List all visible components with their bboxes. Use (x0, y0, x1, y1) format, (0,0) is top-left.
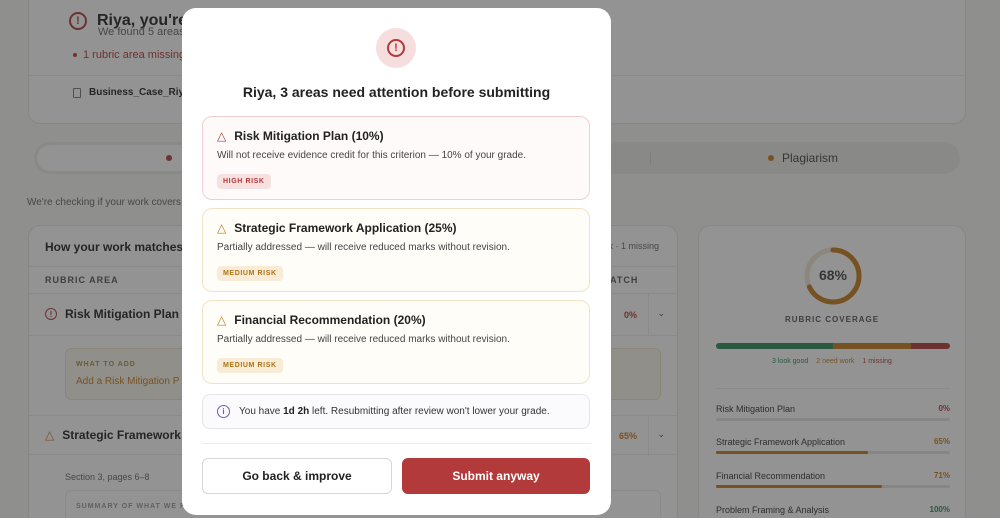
risk-badge: MEDIUM RISK (217, 266, 283, 281)
warning-icon: △ (217, 313, 227, 327)
go-back-button[interactable]: Go back & improve (202, 458, 392, 494)
dialog-title: Riya, 3 areas need attention before subm… (242, 84, 551, 100)
submit-confirmation-dialog: ! Riya, 3 areas need attention before su… (182, 8, 611, 515)
risk-card-risk-mitigation: △ Risk Mitigation Plan (10%) Will not re… (202, 116, 590, 200)
submit-anyway-button[interactable]: Submit anyway (402, 458, 590, 494)
risk-description: Will not receive evidence credit for thi… (217, 150, 527, 161)
risk-description: Partially addressed — will receive reduc… (217, 334, 510, 345)
alert-icon: ! (376, 28, 416, 68)
warning-icon: △ (217, 221, 227, 235)
deadline-info-box: i You have 1d 2h left. Resubmitting afte… (202, 394, 590, 429)
risk-description: Partially addressed — will receive reduc… (217, 242, 510, 253)
risk-title: Strategic Framework Application (25%) (234, 221, 457, 235)
risk-badge: MEDIUM RISK (217, 358, 283, 373)
warning-icon: △ (217, 129, 227, 143)
risk-card-strategic-framework: △ Strategic Framework Application (25%) … (202, 208, 590, 292)
time-left: 1d 2h (283, 406, 310, 417)
risk-card-financial-recommendation: △ Financial Recommendation (20%) Partial… (202, 300, 590, 384)
risk-title: Financial Recommendation (20%) (234, 313, 426, 327)
risk-title: Risk Mitigation Plan (10%) (234, 129, 384, 143)
divider (202, 443, 591, 444)
risk-badge: HIGH RISK (217, 174, 271, 189)
info-icon: i (217, 405, 230, 418)
deadline-text: You have 1d 2h left. Resubmitting after … (239, 406, 550, 417)
